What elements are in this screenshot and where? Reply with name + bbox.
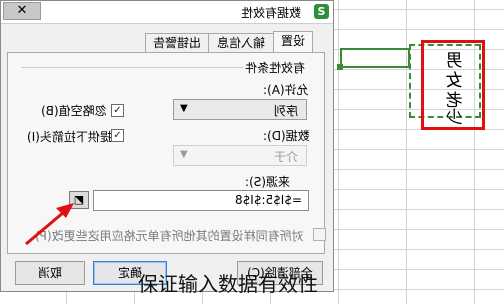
- annotation-arrow: [25, 203, 74, 246]
- annotation-arrow-shaft: [25, 210, 65, 246]
- image-caption: 保证输入数据有效性: [138, 272, 318, 296]
